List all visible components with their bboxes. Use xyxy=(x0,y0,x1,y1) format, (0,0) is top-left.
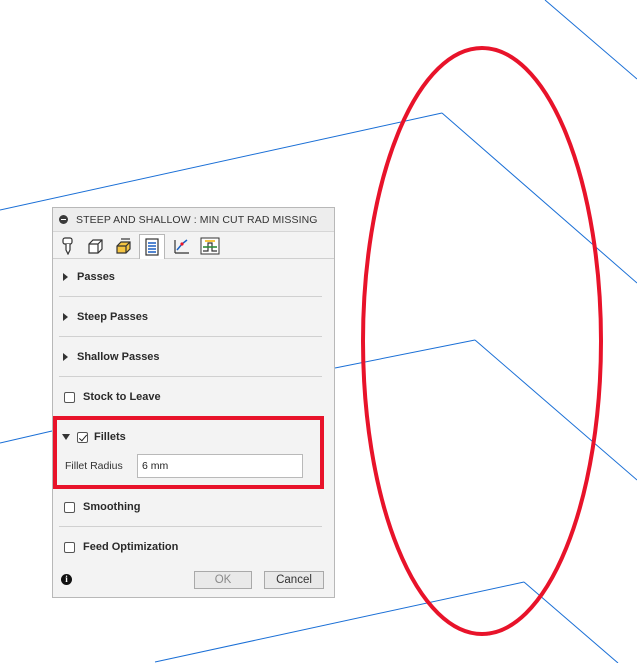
section-smoothing-label: Smoothing xyxy=(83,501,141,513)
fillets-checkbox[interactable] xyxy=(77,431,88,443)
fillet-radius-input[interactable] xyxy=(137,454,303,478)
linking-icon xyxy=(174,239,189,254)
model-edge xyxy=(544,0,637,80)
cancel-button[interactable]: Cancel xyxy=(264,571,324,589)
model-edge xyxy=(334,339,476,369)
stock-to-leave-checkbox[interactable] xyxy=(64,391,75,403)
section-fillets[interactable]: Fillets xyxy=(53,417,334,457)
fillet-radius-label: Fillet Radius xyxy=(65,460,123,472)
tab-linking[interactable] xyxy=(169,235,195,257)
tab-heights[interactable] xyxy=(111,235,137,257)
red-annotation-ellipse xyxy=(361,46,603,636)
ok-button[interactable]: OK xyxy=(194,571,252,589)
passes-icon xyxy=(145,238,159,256)
section-stock-to-leave[interactable]: Stock to Leave xyxy=(53,377,334,417)
tab-tool[interactable] xyxy=(55,235,81,257)
info-icon[interactable]: i xyxy=(61,574,72,585)
section-steep-passes-label: Steep Passes xyxy=(77,311,148,323)
dialog-title: STEEP AND SHALLOW : MIN CUT RAD MISSING xyxy=(76,213,318,226)
section-stock-to-leave-label: Stock to Leave xyxy=(83,391,161,403)
tab-passes[interactable] xyxy=(139,234,165,259)
collapse-icon[interactable] xyxy=(59,215,68,224)
collapse-arrow-icon[interactable] xyxy=(62,434,70,440)
model-edge xyxy=(441,112,637,284)
tab-shape[interactable] xyxy=(197,235,223,257)
heights-icon xyxy=(116,238,131,254)
tab-geometry[interactable] xyxy=(83,235,109,257)
expand-arrow-icon[interactable] xyxy=(63,273,68,281)
section-passes[interactable]: Passes xyxy=(53,257,334,297)
geometry-icon xyxy=(88,239,103,254)
tool-icon xyxy=(62,237,73,255)
section-passes-label: Passes xyxy=(77,271,115,283)
section-feed-optimization[interactable]: Feed Optimization xyxy=(53,527,334,567)
smoothing-checkbox[interactable] xyxy=(64,501,75,513)
dialog-tabbar xyxy=(53,233,334,259)
section-smoothing[interactable]: Smoothing xyxy=(53,487,334,527)
shape-icon xyxy=(200,237,220,255)
section-steep-passes[interactable]: Steep Passes xyxy=(53,297,334,337)
section-feed-optimization-label: Feed Optimization xyxy=(83,541,179,553)
expand-arrow-icon[interactable] xyxy=(63,313,68,321)
fillet-radius-row: Fillet Radius xyxy=(53,452,334,480)
section-shallow-passes-label: Shallow Passes xyxy=(77,351,160,363)
operation-dialog: STEEP AND SHALLOW : MIN CUT RAD MISSING xyxy=(52,207,335,598)
model-edge xyxy=(0,112,443,211)
section-fillets-label: Fillets xyxy=(94,431,126,443)
dialog-footer: i OK Cancel xyxy=(53,569,334,595)
feed-optimization-checkbox[interactable] xyxy=(64,541,75,553)
model-edge xyxy=(474,339,637,481)
model-edge xyxy=(0,430,53,444)
dialog-titlebar: STEEP AND SHALLOW : MIN CUT RAD MISSING xyxy=(53,208,334,232)
expand-arrow-icon[interactable] xyxy=(63,353,68,361)
section-shallow-passes[interactable]: Shallow Passes xyxy=(53,337,334,377)
model-edge xyxy=(523,581,619,663)
